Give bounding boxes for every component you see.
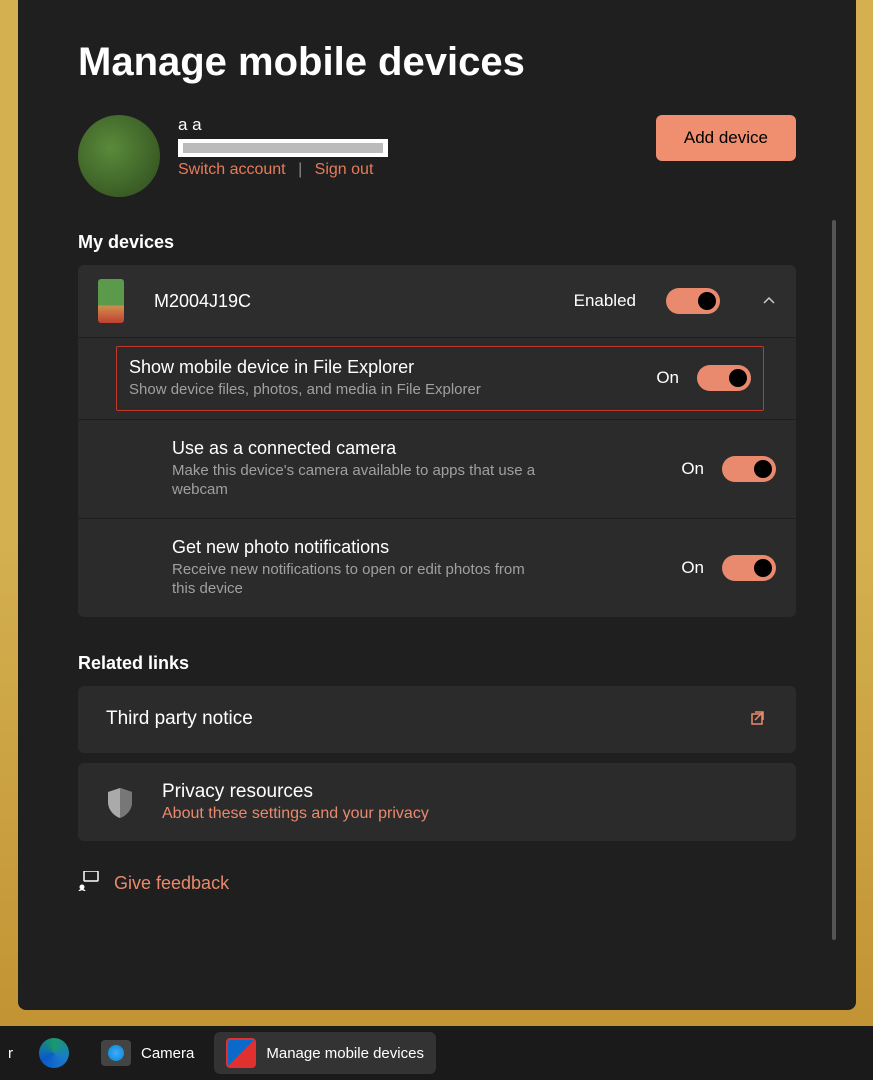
add-device-button[interactable]: Add device — [656, 115, 796, 161]
setting-title: Show mobile device in File Explorer — [129, 357, 638, 378]
manage-devices-icon — [226, 1038, 256, 1068]
external-link-icon — [750, 708, 768, 731]
third-party-notice-link[interactable]: Third party notice — [78, 686, 796, 753]
device-thumbnail — [98, 279, 124, 323]
related-list: Third party notice Privacy resources Abo… — [78, 686, 796, 841]
feedback-row[interactable]: Give feedback — [78, 871, 796, 897]
taskbar-manage-label: Manage mobile devices — [266, 1045, 424, 1062]
account-row: a a Switch account | Sign out Add device — [78, 115, 796, 197]
privacy-title: Privacy resources — [162, 781, 429, 803]
separator: | — [298, 161, 302, 178]
setting-title: Use as a connected camera — [172, 438, 663, 459]
setting-photo-notifications: Get new photo notifications Receive new … — [78, 519, 796, 618]
scrollbar[interactable] — [832, 220, 836, 940]
shield-icon — [106, 786, 134, 818]
setting-desc: Make this device's camera available to a… — [172, 461, 542, 500]
device-name: M2004J19C — [154, 291, 544, 312]
taskbar: r Camera Manage mobile devices — [0, 1026, 873, 1080]
account-info: a a Switch account | Sign out — [178, 115, 388, 179]
setting-connected-camera: Use as a connected camera Make this devi… — [78, 420, 796, 519]
taskbar-camera-label: Camera — [141, 1045, 194, 1062]
photo-notifications-toggle[interactable] — [722, 555, 776, 581]
device-status-label: Enabled — [574, 291, 636, 311]
privacy-resources-item: Privacy resources About these settings a… — [78, 763, 796, 841]
privacy-about-link[interactable]: About these settings and your privacy — [162, 805, 429, 822]
taskbar-manage-devices[interactable]: Manage mobile devices — [214, 1032, 436, 1074]
account-email-redacted — [178, 139, 388, 157]
device-list: M2004J19C Enabled Show mobile device in … — [78, 265, 796, 618]
connected-camera-toggle[interactable] — [722, 456, 776, 482]
third-party-notice-label: Third party notice — [106, 708, 730, 730]
chevron-up-icon[interactable] — [762, 294, 776, 308]
feedback-icon — [78, 871, 100, 897]
sign-out-link[interactable]: Sign out — [315, 161, 374, 178]
setting-text: Use as a connected camera Make this devi… — [172, 438, 663, 500]
setting-title: Get new photo notifications — [172, 537, 663, 558]
setting-state-label: On — [681, 459, 704, 479]
page-title: Manage mobile devices — [78, 40, 796, 85]
setting-text: Show mobile device in File Explorer Show… — [129, 357, 638, 400]
device-enable-toggle[interactable] — [666, 288, 720, 314]
setting-file-explorer: Show mobile device in File Explorer Show… — [78, 338, 796, 420]
setting-text: Get new photo notifications Receive new … — [172, 537, 663, 599]
setting-desc: Receive new notifications to open or edi… — [172, 560, 542, 599]
account-name: a a — [178, 115, 388, 135]
setting-state-label: On — [656, 368, 679, 388]
taskbar-partial-label: r — [8, 1045, 19, 1062]
related-links-header: Related links — [78, 653, 796, 674]
settings-window: Manage mobile devices a a Switch account… — [18, 0, 856, 1010]
edge-icon — [39, 1038, 69, 1068]
avatar — [78, 115, 160, 197]
file-explorer-toggle[interactable] — [697, 365, 751, 391]
my-devices-header: My devices — [78, 232, 796, 253]
taskbar-camera[interactable]: Camera — [89, 1034, 206, 1072]
setting-state-label: On — [681, 558, 704, 578]
privacy-text: Privacy resources About these settings a… — [162, 781, 429, 823]
taskbar-edge[interactable] — [27, 1032, 81, 1074]
device-header[interactable]: M2004J19C Enabled — [78, 265, 796, 338]
camera-icon — [101, 1040, 131, 1066]
account-left: a a Switch account | Sign out — [78, 115, 388, 197]
account-links: Switch account | Sign out — [178, 161, 388, 179]
switch-account-link[interactable]: Switch account — [178, 161, 286, 178]
give-feedback-link[interactable]: Give feedback — [114, 873, 229, 894]
setting-desc: Show device files, photos, and media in … — [129, 380, 499, 400]
